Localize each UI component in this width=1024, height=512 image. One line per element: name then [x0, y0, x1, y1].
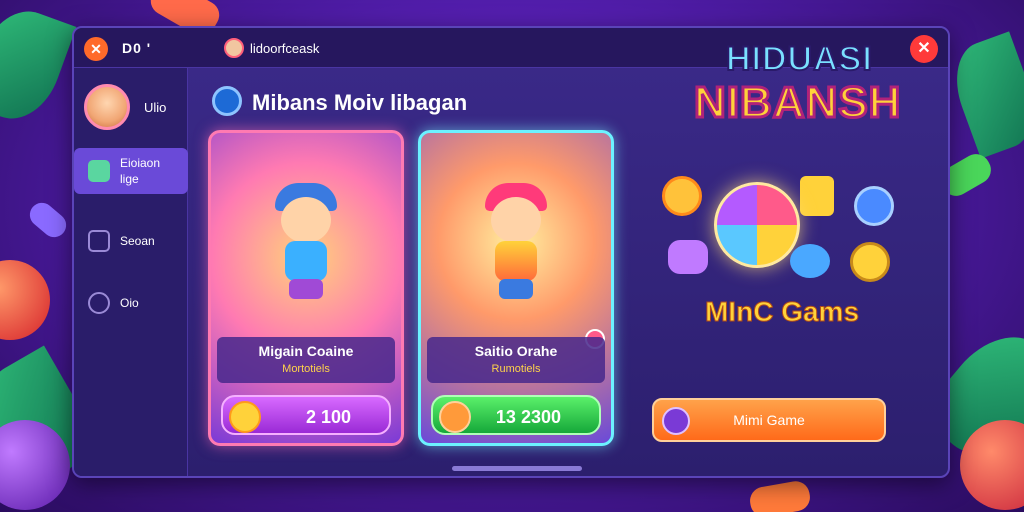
berry-decoration — [0, 260, 50, 340]
coin-face-icon — [229, 401, 261, 433]
window-title: D0 ' — [122, 40, 152, 56]
site-icon — [224, 38, 244, 58]
sidebar-item-oio[interactable]: Oio — [74, 280, 188, 326]
target-icon — [212, 86, 242, 116]
price-label: 13 2300 — [495, 407, 561, 427]
game-logo: HIDUASI NIBANSH — [686, 38, 918, 132]
sidebar-item-label: Eioiaon — [120, 156, 161, 170]
close-left-button[interactable]: ✕ — [84, 37, 108, 61]
logo-line-1: HIDUASI — [725, 39, 873, 79]
card-subtitle: Rumotiels — [491, 363, 541, 375]
play-icon — [662, 407, 690, 435]
character-illustration — [261, 183, 351, 303]
avatar[interactable] — [84, 84, 130, 130]
profile-label: Ulio — [144, 100, 167, 115]
robot-outline-icon — [88, 230, 110, 252]
game-card-2[interactable]: Saitio Orahe Rumotiels 13 2300 — [418, 130, 614, 446]
blue-candy-icon — [790, 244, 830, 278]
game-card-1[interactable]: Migain Coaine Mortotiels 2 100 — [208, 130, 404, 446]
leaf-decoration — [0, 0, 77, 131]
sidebar-item-sublabel: lige — [120, 172, 139, 186]
gamepad-icon — [88, 292, 110, 314]
sidebar-item-label: Seoan — [120, 234, 155, 248]
robot-icon — [88, 160, 110, 182]
candy-decoration — [24, 197, 72, 243]
scroll-indicator[interactable] — [452, 466, 582, 471]
logo-line-2: NIBANSH — [692, 77, 902, 129]
gold-coin-icon — [850, 242, 890, 282]
price-label: 2 100 — [305, 407, 351, 427]
card-subtitle: Mortotiels — [282, 363, 330, 375]
card-title: Saitio Orahe — [474, 343, 558, 359]
section-title: MInC Gams — [704, 296, 860, 328]
gem-icon — [668, 240, 708, 274]
sidebar-item-label: Oio — [120, 296, 139, 310]
character-illustration — [471, 183, 561, 303]
fox-icon — [439, 401, 471, 433]
coin-icon — [662, 176, 702, 216]
url-text: lidoorfceask — [250, 41, 320, 56]
bear-face-icon — [854, 186, 894, 226]
mini-game-button-label: Mimi Game — [733, 412, 805, 428]
page-title: Mibans Moiv libagan — [252, 90, 468, 115]
sidebar-item-seoan[interactable]: Seoan — [74, 218, 188, 264]
candy-decoration — [747, 479, 813, 512]
card-label: Migain Coaine Mortotiels — [217, 337, 395, 383]
card-label: Saitio Orahe Rumotiels — [427, 337, 605, 383]
sidebar: Ulio Eioiaon lige Seoan Oio — [74, 68, 188, 476]
price-button[interactable]: 13 2300 — [431, 395, 601, 435]
candy-ball-icon — [714, 182, 800, 268]
game-window: ✕ D0 ' lidoorfceask ✕ Ulio Eioiaon lige … — [72, 26, 950, 478]
leaf-decoration — [943, 31, 1024, 159]
mini-game-button[interactable]: Mimi Game — [652, 398, 886, 442]
price-button[interactable]: 2 100 — [221, 395, 391, 435]
letter-block-icon — [800, 176, 834, 216]
card-title: Migain Coaine — [258, 343, 354, 359]
sidebar-item-eioiaon[interactable]: Eioiaon lige — [74, 148, 188, 194]
